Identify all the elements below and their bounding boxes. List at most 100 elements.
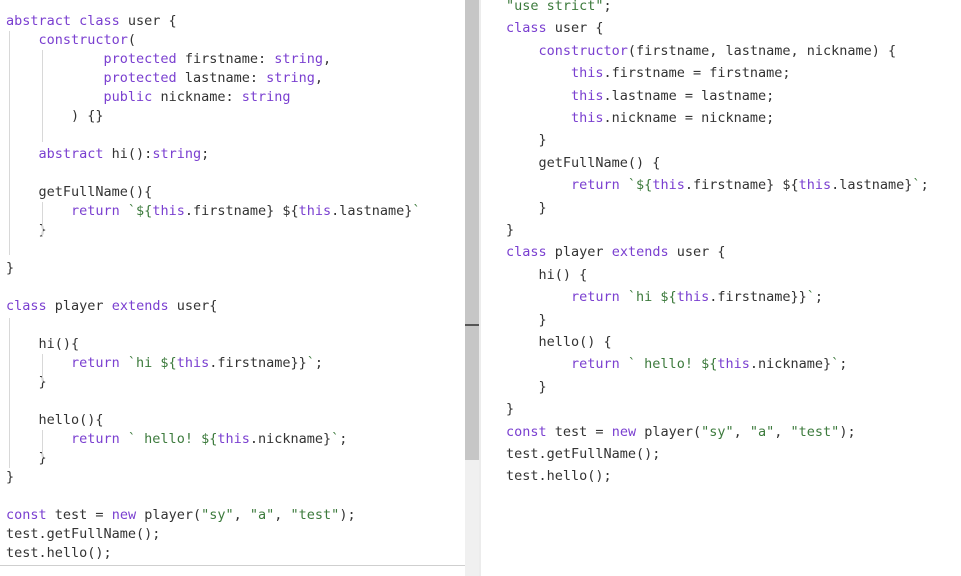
code-line[interactable]: public nickname: string: [6, 88, 291, 107]
code-token: this: [506, 110, 604, 126]
code-line[interactable]: return ` hello! ${this.nickname}`;: [6, 430, 347, 449]
editor-bottom-border: [0, 565, 465, 566]
code-token: this: [717, 356, 750, 373]
code-token: string: [241, 89, 291, 105]
code-token: .lastname}: [831, 177, 913, 194]
code-token: }: [6, 222, 47, 238]
code-line: }: [506, 400, 514, 419]
code-token: this: [298, 203, 332, 219]
code-token: `${: [127, 203, 153, 219]
code-line[interactable]: }: [6, 221, 47, 240]
code-token: this: [176, 355, 210, 371]
indent-guide: [42, 50, 43, 142]
code-token: user {: [676, 244, 726, 261]
code-line[interactable]: protected lastname: string,: [6, 69, 323, 88]
code-token: return: [6, 355, 128, 371]
code-token: );: [839, 423, 856, 440]
code-line: hello() {: [506, 333, 612, 352]
code-token: const: [6, 507, 55, 523]
code-token: .nickname}: [249, 431, 332, 447]
code-token: constructor: [506, 42, 628, 59]
code-token: .lastname}: [331, 203, 413, 219]
code-line[interactable]: }: [6, 468, 14, 487]
code-line[interactable]: protected firstname: string,: [6, 50, 332, 69]
code-line[interactable]: }: [6, 259, 14, 278]
code-line: class user {: [506, 19, 604, 38]
code-token: .nickname}: [749, 356, 832, 373]
code-token: abstract: [6, 146, 112, 162]
code-line[interactable]: test.getFullName();: [6, 525, 160, 544]
code-token: .nickname = nickname;: [603, 110, 775, 126]
code-line: }: [506, 311, 547, 330]
code-line: class player extends user {: [506, 243, 726, 262]
code-line: this.lastname = lastname;: [506, 87, 774, 106]
code-token: }: [506, 199, 547, 216]
code-token: .firstname}}: [709, 289, 807, 306]
code-token: string: [274, 51, 323, 67]
scrollbar-thumb[interactable]: [465, 0, 479, 460]
code-token: }: [6, 260, 15, 276]
code-token: }: [6, 374, 47, 390]
code-token: getFullName() {: [506, 154, 661, 171]
code-token: ` hello! ${: [127, 431, 218, 447]
code-token: ,: [274, 507, 291, 523]
code-line[interactable]: hello(){: [6, 411, 104, 430]
code-token: }: [506, 378, 547, 395]
code-token: test.hello();: [506, 468, 612, 485]
code-token: `${: [627, 177, 653, 194]
code-token: ;: [603, 0, 612, 14]
code-token: `: [412, 203, 421, 219]
code-token: ;: [920, 177, 929, 194]
code-line[interactable]: hi(){: [6, 335, 80, 354]
code-line[interactable]: class player extends user{: [6, 297, 217, 316]
code-line[interactable]: }: [6, 373, 47, 392]
pane-scrollbar[interactable]: [465, 0, 479, 576]
code-token: hello() {: [506, 334, 612, 350]
code-line[interactable]: return `${this.firstname} ${this.lastnam…: [6, 202, 421, 221]
code-line[interactable]: ) {}: [6, 107, 104, 126]
code-token: class: [506, 20, 555, 37]
code-line: constructor(firstname, lastname, nicknam…: [506, 42, 897, 61]
code-token: ` hello! ${: [627, 356, 718, 373]
code-token: return: [6, 203, 128, 219]
code-token: (firstname, lastname, nickname) {: [627, 42, 897, 59]
code-token: extends: [611, 244, 677, 261]
code-line[interactable]: getFullName(){: [6, 183, 153, 202]
code-line[interactable]: abstract hi():string;: [6, 145, 210, 164]
code-token: return: [506, 356, 628, 373]
code-line: const test = new player("sy", "a", "test…: [506, 423, 856, 442]
code-token: "test": [290, 507, 340, 523]
code-token: test =: [54, 507, 112, 523]
code-token: getFullName(){: [6, 184, 153, 200]
code-line[interactable]: test.hello();: [6, 544, 112, 563]
code-token: class: [506, 244, 555, 261]
code-token: `: [806, 289, 815, 306]
indent-guide: [42, 430, 43, 458]
code-token: ) {}: [6, 108, 104, 124]
code-line[interactable]: }: [6, 449, 47, 468]
code-token: hi():: [111, 146, 153, 162]
code-token: this: [217, 431, 250, 447]
indent-guide: [42, 354, 43, 382]
splitter-grip-icon[interactable]: [465, 324, 479, 326]
code-token: (: [127, 32, 137, 48]
indent-guide: [9, 318, 10, 468]
code-token: ,: [774, 423, 791, 440]
code-token: lastname:: [184, 70, 267, 86]
code-token: }: [6, 469, 15, 485]
code-token: ;: [314, 355, 324, 371]
typescript-editor-pane[interactable]: abstract class user { constructor( prote…: [0, 0, 465, 576]
code-line[interactable]: constructor(: [6, 31, 137, 50]
code-line[interactable]: abstract class user {: [6, 12, 177, 31]
code-token: protected: [6, 70, 185, 86]
code-token: abstract class: [6, 13, 128, 29]
code-token: .firstname}}: [209, 355, 307, 371]
code-line[interactable]: return `hi ${this.firstname}}`;: [6, 354, 323, 373]
code-token: "test": [790, 423, 840, 440]
code-token: .lastname = lastname;: [603, 87, 775, 104]
code-line: }: [506, 131, 547, 150]
code-token: "sy": [701, 423, 734, 440]
code-token: ;: [339, 431, 348, 447]
code-token: ,: [233, 507, 250, 523]
code-line[interactable]: const test = new player("sy", "a", "test…: [6, 506, 356, 525]
